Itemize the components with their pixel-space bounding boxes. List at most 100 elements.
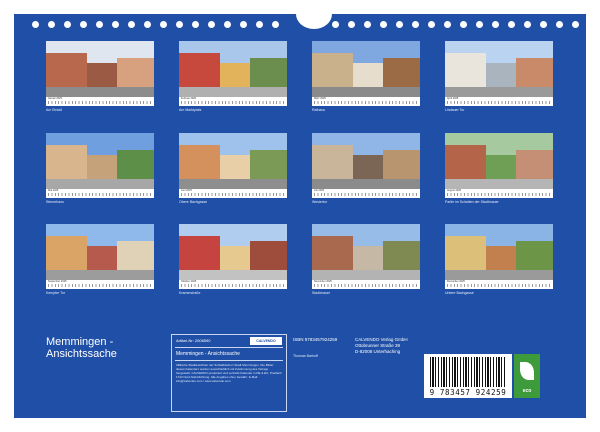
- spiral-hole: [444, 21, 451, 28]
- photo-caption: Steuerhaus: [46, 200, 64, 204]
- spiral-hole: [208, 21, 215, 28]
- divider: [175, 347, 283, 348]
- month-photo: [179, 133, 287, 189]
- spiral-hole: [64, 21, 71, 28]
- month-tile: Dezember 2025 Untere Bachgasse: [445, 224, 553, 297]
- month-tile: Juli 2025 Westertor: [312, 133, 420, 206]
- spiral-hole: [460, 21, 467, 28]
- day-grid: [181, 193, 285, 196]
- month-photo: [445, 224, 553, 280]
- calendar-strip: Mai 2025: [46, 189, 154, 198]
- hanging-notch: [296, 0, 332, 29]
- month-tile: März 2025 Rathaus: [312, 41, 420, 114]
- spiral-hole: [540, 21, 547, 28]
- spiral-hole: [332, 21, 339, 28]
- month-photo: [46, 224, 154, 280]
- day-grid: [48, 193, 152, 196]
- day-grid: [447, 101, 551, 104]
- day-grid: [314, 101, 418, 104]
- photo-ground: [179, 270, 287, 280]
- day-grid: [181, 284, 285, 287]
- month-tile: Oktober 2025 Kramerstraße: [179, 224, 287, 297]
- month-tile: Januar 2025 Am Einlaß: [46, 41, 154, 114]
- month-tile: Juni 2025 Obere Bachgasse: [179, 133, 287, 206]
- photo-caption: Am Einlaß: [46, 108, 63, 112]
- calendar-strip: September 2025: [46, 280, 154, 289]
- photo-caption: Westertor: [312, 200, 328, 204]
- photo-ground: [46, 270, 154, 280]
- spiral-hole: [256, 21, 263, 28]
- leaf-icon: [520, 362, 534, 380]
- spiral-hole: [272, 21, 279, 28]
- calendar-strip: August 2025: [445, 189, 553, 198]
- calendar-strip: Oktober 2025: [179, 280, 287, 289]
- calendar-strip: April 2025: [445, 97, 553, 106]
- spiral-hole: [96, 21, 103, 28]
- spiral-hole: [176, 21, 183, 28]
- divider: [175, 360, 283, 361]
- spiral-hole: [112, 21, 119, 28]
- spiral-hole: [192, 21, 199, 28]
- calendar-strip: März 2025: [312, 97, 420, 106]
- barcode-bars: [430, 357, 506, 387]
- photo-ground: [46, 179, 154, 189]
- eco-badge: eco: [514, 354, 540, 398]
- calendar-strip: Juli 2025: [312, 189, 420, 198]
- spiral-hole: [80, 21, 87, 28]
- month-photo: [179, 224, 287, 280]
- spiral-hole: [380, 21, 387, 28]
- photo-ground: [46, 87, 154, 97]
- eco-label: eco: [522, 388, 532, 394]
- photo-ground: [179, 179, 287, 189]
- month-photo: [312, 224, 420, 280]
- spiral-hole: [48, 21, 55, 28]
- calendar-strip: November 2025: [312, 280, 420, 289]
- photo-ground: [445, 87, 553, 97]
- isbn: ISBN 9783457924259: [293, 337, 338, 342]
- spiral-hole: [240, 21, 247, 28]
- spiral-hole: [492, 21, 499, 28]
- publisher-info: ISBN 9783457924259 CALVENDO Verlag GmbH …: [291, 334, 436, 412]
- month-tile: September 2025 Kempter Tor: [46, 224, 154, 297]
- calendar-strip: Juni 2025: [179, 189, 287, 198]
- day-grid: [314, 284, 418, 287]
- spiral-hole: [160, 21, 167, 28]
- month-tile: April 2025 Lindauer Tor: [445, 41, 553, 114]
- month-photo: [445, 41, 553, 97]
- month-photo: [445, 133, 553, 189]
- photo-caption: Obere Bachgasse: [179, 200, 208, 204]
- spiral-hole: [348, 21, 355, 28]
- photo-caption: Untere Bachgasse: [445, 291, 474, 295]
- spiral-hole: [364, 21, 371, 28]
- photo-caption: Kramerstraße: [179, 291, 201, 295]
- month-tile: Februar 2025 Am Marktplatz: [179, 41, 287, 114]
- photo-ground: [445, 270, 553, 280]
- photo-caption: Rathaus: [312, 108, 326, 112]
- product-description: Idillische Stadtansichten der Schwäbisch…: [176, 363, 282, 383]
- day-grid: [48, 101, 152, 104]
- day-grid: [314, 193, 418, 196]
- calendar-strip: Januar 2025: [46, 97, 154, 106]
- publisher-logo: CALVENDO: [250, 337, 282, 345]
- author: Thomas Barhoff: [293, 354, 318, 358]
- barcode: 9 783457 924259: [424, 354, 512, 398]
- spiral-hole: [412, 21, 419, 28]
- spiral-hole: [476, 21, 483, 28]
- calendar-strip: Februar 2025: [179, 97, 287, 106]
- spiral-hole: [572, 21, 579, 28]
- spiral-hole: [556, 21, 563, 28]
- month-photo: [46, 41, 154, 97]
- month-tile: November 2025 Stadtmauer: [312, 224, 420, 297]
- month-tile: Mai 2025 Steuerhaus: [46, 133, 154, 206]
- spiral-hole: [128, 21, 135, 28]
- spiral-hole: [428, 21, 435, 28]
- month-photo: [312, 41, 420, 97]
- cover-title: Memmingen - Ansichtssache: [46, 336, 117, 360]
- spiral-hole: [32, 21, 39, 28]
- day-grid: [447, 193, 551, 196]
- spiral-hole: [524, 21, 531, 28]
- publisher-address: CALVENDO Verlag GmbH Ottobrunner Straße …: [355, 337, 408, 355]
- spiral-hole: [396, 21, 403, 28]
- day-grid: [181, 101, 285, 104]
- article-number: Artikel-Nr: 2006590: [176, 338, 211, 343]
